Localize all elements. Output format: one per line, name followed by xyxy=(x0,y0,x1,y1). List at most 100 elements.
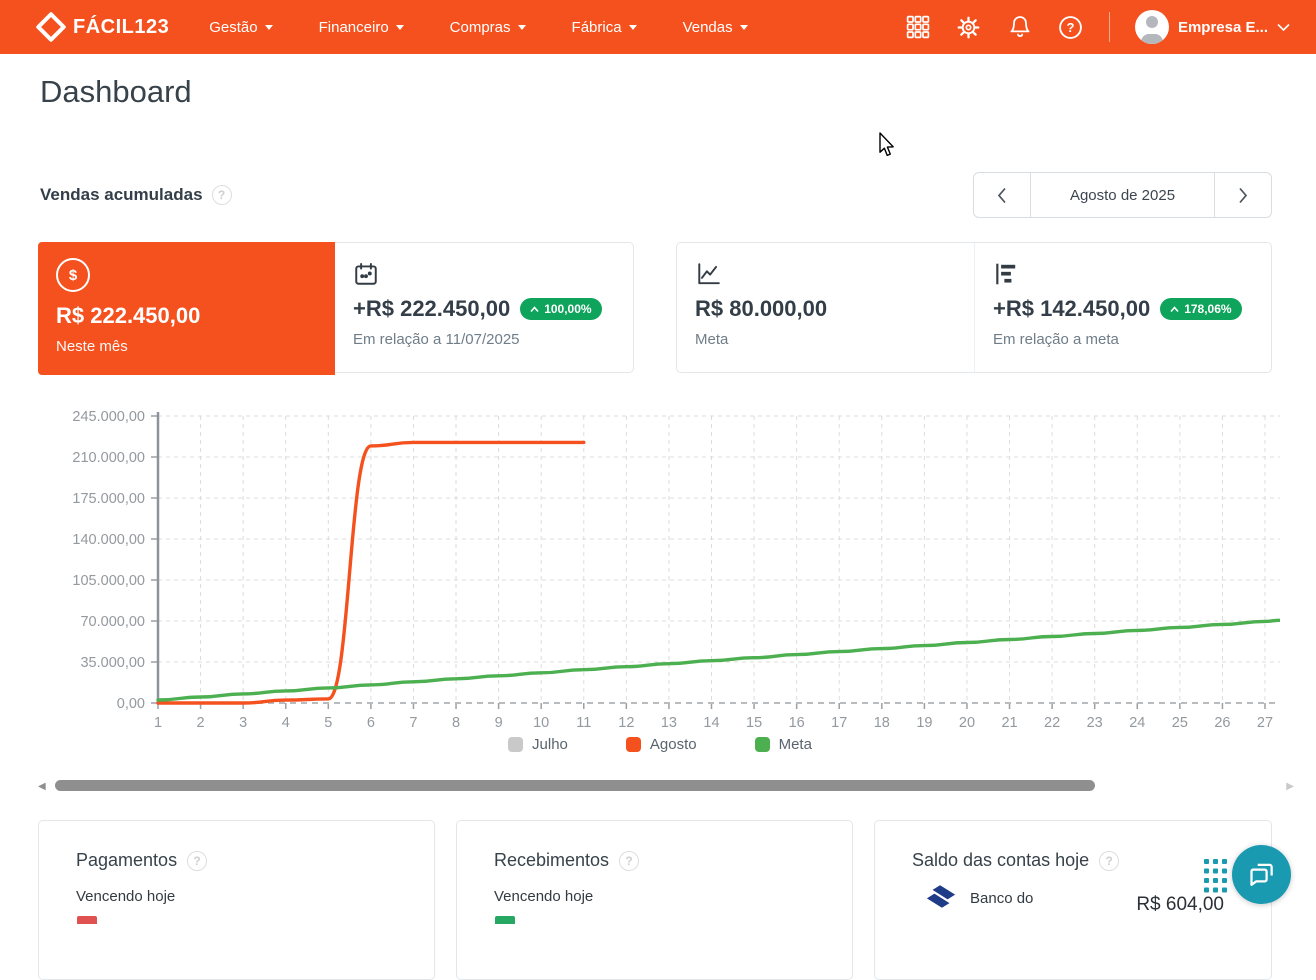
nav-item-fabrica[interactable]: Fábrica xyxy=(572,19,637,36)
chat-support-button[interactable] xyxy=(1232,845,1291,904)
chevron-down-icon xyxy=(265,25,273,30)
legend-item-meta[interactable]: Meta xyxy=(755,736,812,753)
svg-text:10: 10 xyxy=(533,715,549,731)
scroll-left-arrow[interactable]: ◀ xyxy=(38,781,46,792)
sales-section-title-text: Vendas acumuladas xyxy=(40,185,203,205)
scroll-right-arrow[interactable]: ▶ xyxy=(1286,781,1294,792)
sales-section-title: Vendas acumuladas ? xyxy=(40,185,232,205)
calendar-icon xyxy=(353,259,614,287)
svg-text:25: 25 xyxy=(1172,715,1188,731)
legend-label: Meta xyxy=(779,736,812,753)
bank-balance-value: R$ 604,00 xyxy=(1136,894,1224,916)
chevron-left-icon xyxy=(997,187,1007,204)
kpi-label: Meta xyxy=(695,331,956,348)
svg-text:3: 3 xyxy=(239,715,247,731)
line-chart-icon xyxy=(695,259,956,287)
receipts-due-value-clipped xyxy=(495,916,515,924)
kpi-value: +R$ 142.450,00 xyxy=(993,296,1150,322)
svg-text:14: 14 xyxy=(703,715,719,731)
badge-value: 100,00% xyxy=(544,302,591,316)
brand-logo[interactable]: FÁCIL123 xyxy=(40,16,169,39)
bank-name: Banco do xyxy=(970,890,1033,907)
kpi-value: R$ 222.450,00 xyxy=(56,303,317,329)
svg-text:7: 7 xyxy=(409,715,417,731)
help-icon[interactable]: ? xyxy=(1058,14,1084,40)
legend-swatch-agosto xyxy=(626,737,641,752)
gear-icon[interactable] xyxy=(956,14,982,40)
payments-due-label: Vencendo hoje xyxy=(76,888,175,905)
svg-text:6: 6 xyxy=(367,715,375,731)
legend-label: Julho xyxy=(532,736,568,753)
svg-text:140.000,00: 140.000,00 xyxy=(72,532,145,548)
scrollbar-thumb[interactable] xyxy=(55,780,1095,791)
nav-item-vendas[interactable]: Vendas xyxy=(683,19,748,36)
receipts-card-title: Recebimentos ? xyxy=(494,850,639,871)
navbar: FÁCIL123 Gestão Financeiro Compras Fábri… xyxy=(0,0,1316,54)
legend-item-julho[interactable]: Julho xyxy=(508,736,568,753)
receipts-card: Recebimentos ? Vencendo hoje xyxy=(456,820,853,980)
bank-balance-row: Banco do xyxy=(925,885,1033,908)
svg-text:13: 13 xyxy=(661,715,677,731)
sales-section-header: Vendas acumuladas ? Agosto de 2025 xyxy=(40,172,1272,218)
sales-accumulated-chart: 0,0035.000,0070.000,00105.000,00140.000,… xyxy=(40,406,1280,738)
brand-name: FÁCIL123 xyxy=(73,16,169,39)
banco-do-brasil-logo-icon xyxy=(925,885,957,908)
account-menu[interactable]: Empresa E... xyxy=(1135,10,1290,44)
nav-item-gestao[interactable]: Gestão xyxy=(209,19,272,36)
account-balances-card: Saldo das contas hoje ? Banco do R$ 604,… xyxy=(874,820,1272,980)
kpi-card-group-goal: R$ 80.000,00 Meta +R$ 142.450,00 178,06%… xyxy=(676,242,1272,373)
divider xyxy=(1109,12,1110,42)
svg-text:70.000,00: 70.000,00 xyxy=(80,614,145,630)
svg-text:26: 26 xyxy=(1214,715,1230,731)
account-name: Empresa E... xyxy=(1178,19,1268,36)
current-month-label[interactable]: Agosto de 2025 xyxy=(1030,173,1215,217)
chevron-down-icon xyxy=(396,25,404,30)
balances-card-title: Saldo das contas hoje ? xyxy=(912,850,1119,871)
svg-text:245.000,00: 245.000,00 xyxy=(72,409,145,425)
svg-text:8: 8 xyxy=(452,715,460,731)
chevron-up-icon xyxy=(1170,306,1179,313)
previous-month-button[interactable] xyxy=(974,173,1030,217)
drag-handle-dots-icon[interactable] xyxy=(1204,859,1227,898)
nav-item-financeiro[interactable]: Financeiro xyxy=(319,19,404,36)
kpi-value: R$ 80.000,00 xyxy=(695,296,956,322)
help-tooltip-icon[interactable]: ? xyxy=(1099,851,1119,871)
svg-text:17: 17 xyxy=(831,715,847,731)
svg-text:24: 24 xyxy=(1129,715,1145,731)
svg-text:?: ? xyxy=(1067,19,1075,34)
bell-icon[interactable] xyxy=(1007,14,1033,40)
chat-bubbles-icon xyxy=(1247,860,1277,890)
nav-item-compras[interactable]: Compras xyxy=(450,19,526,36)
chart-legend: Julho Agosto Meta xyxy=(40,736,1280,753)
svg-text:9: 9 xyxy=(495,715,503,731)
help-tooltip-icon[interactable]: ? xyxy=(212,185,232,205)
svg-text:35.000,00: 35.000,00 xyxy=(80,655,145,671)
goal-bars-icon xyxy=(993,259,1253,287)
svg-text:21: 21 xyxy=(1001,715,1017,731)
chevron-down-icon xyxy=(518,25,526,30)
receipts-due-label: Vencendo hoje xyxy=(494,888,593,905)
kpi-vs-previous: +R$ 222.450,00 100,00% Em relação a 11/0… xyxy=(335,243,632,372)
kpi-current-month: $ R$ 222.450,00 Neste mês xyxy=(38,242,335,375)
chevron-down-icon xyxy=(629,25,637,30)
nav-item-label: Vendas xyxy=(683,19,733,36)
apps-grid-icon[interactable] xyxy=(905,14,931,40)
legend-swatch-meta xyxy=(755,737,770,752)
next-month-button[interactable] xyxy=(1215,173,1271,217)
card-title-text: Saldo das contas hoje xyxy=(912,850,1089,871)
legend-item-agosto[interactable]: Agosto xyxy=(626,736,697,753)
chevron-down-icon xyxy=(740,25,748,30)
svg-text:22: 22 xyxy=(1044,715,1060,731)
svg-text:15: 15 xyxy=(746,715,762,731)
chevron-up-icon xyxy=(530,306,539,313)
kpi-goal: R$ 80.000,00 Meta xyxy=(677,243,974,372)
help-tooltip-icon[interactable]: ? xyxy=(619,851,639,871)
kpi-value-row: +R$ 222.450,00 100,00% xyxy=(353,296,614,322)
payments-card-title: Pagamentos ? xyxy=(76,850,207,871)
kpi-vs-goal: +R$ 142.450,00 178,06% Em relação a meta xyxy=(974,243,1271,372)
mouse-cursor xyxy=(878,132,897,159)
svg-text:27: 27 xyxy=(1257,715,1273,731)
help-tooltip-icon[interactable]: ? xyxy=(187,851,207,871)
legend-swatch-julho xyxy=(508,737,523,752)
kpi-value-row: +R$ 142.450,00 178,06% xyxy=(993,296,1253,322)
